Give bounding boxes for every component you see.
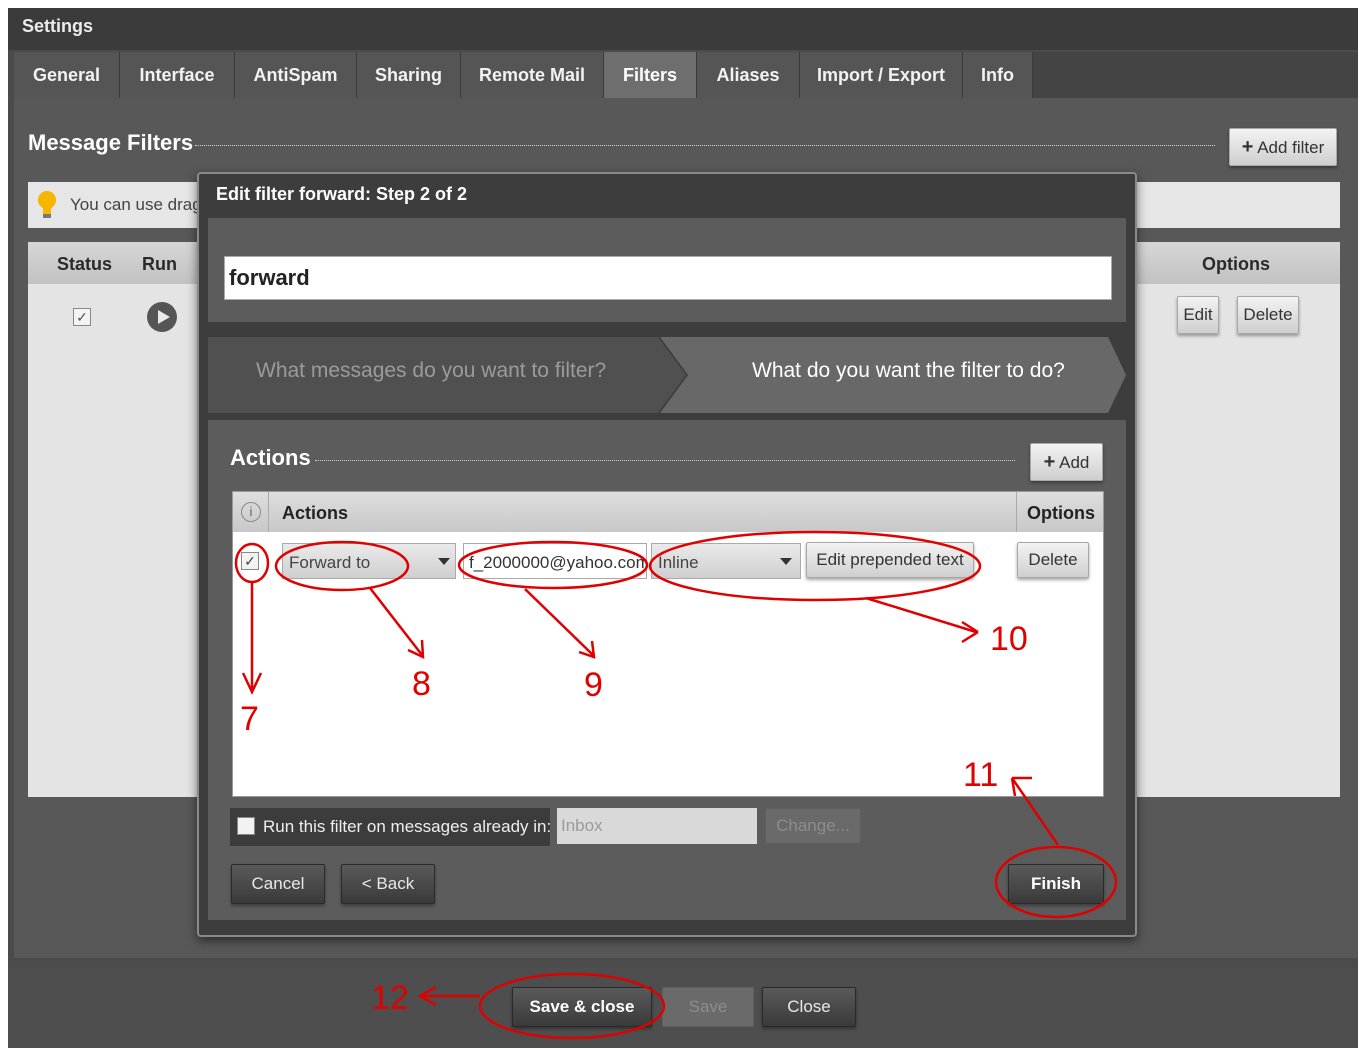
annotation-arrow-9 bbox=[524, 588, 596, 659]
annotation-arrow-7 bbox=[241, 583, 263, 695]
annotation-label-10: 10 bbox=[990, 620, 1028, 658]
annotation-circle-11 bbox=[994, 845, 1118, 919]
annotation-circle-7 bbox=[234, 542, 270, 584]
annotation-label-9: 9 bbox=[584, 666, 603, 704]
annotation-arrow-11 bbox=[1010, 776, 1060, 846]
annotation-arrow-12 bbox=[417, 985, 480, 1007]
annotation-arrow-10 bbox=[865, 596, 979, 644]
annotation-label-8: 8 bbox=[412, 665, 431, 703]
annotation-overlay bbox=[234, 530, 1118, 1040]
annotation-label-12: 12 bbox=[371, 979, 409, 1017]
annotation-circle-12 bbox=[478, 972, 666, 1040]
annotation-label-7: 7 bbox=[240, 700, 259, 738]
annotation-circle-8 bbox=[274, 540, 410, 592]
annotation-label-11: 11 bbox=[963, 756, 999, 794]
annotation-circle-10 bbox=[648, 530, 982, 602]
annotation-arrow-8 bbox=[369, 587, 425, 660]
annotation-circle-9 bbox=[457, 540, 649, 590]
